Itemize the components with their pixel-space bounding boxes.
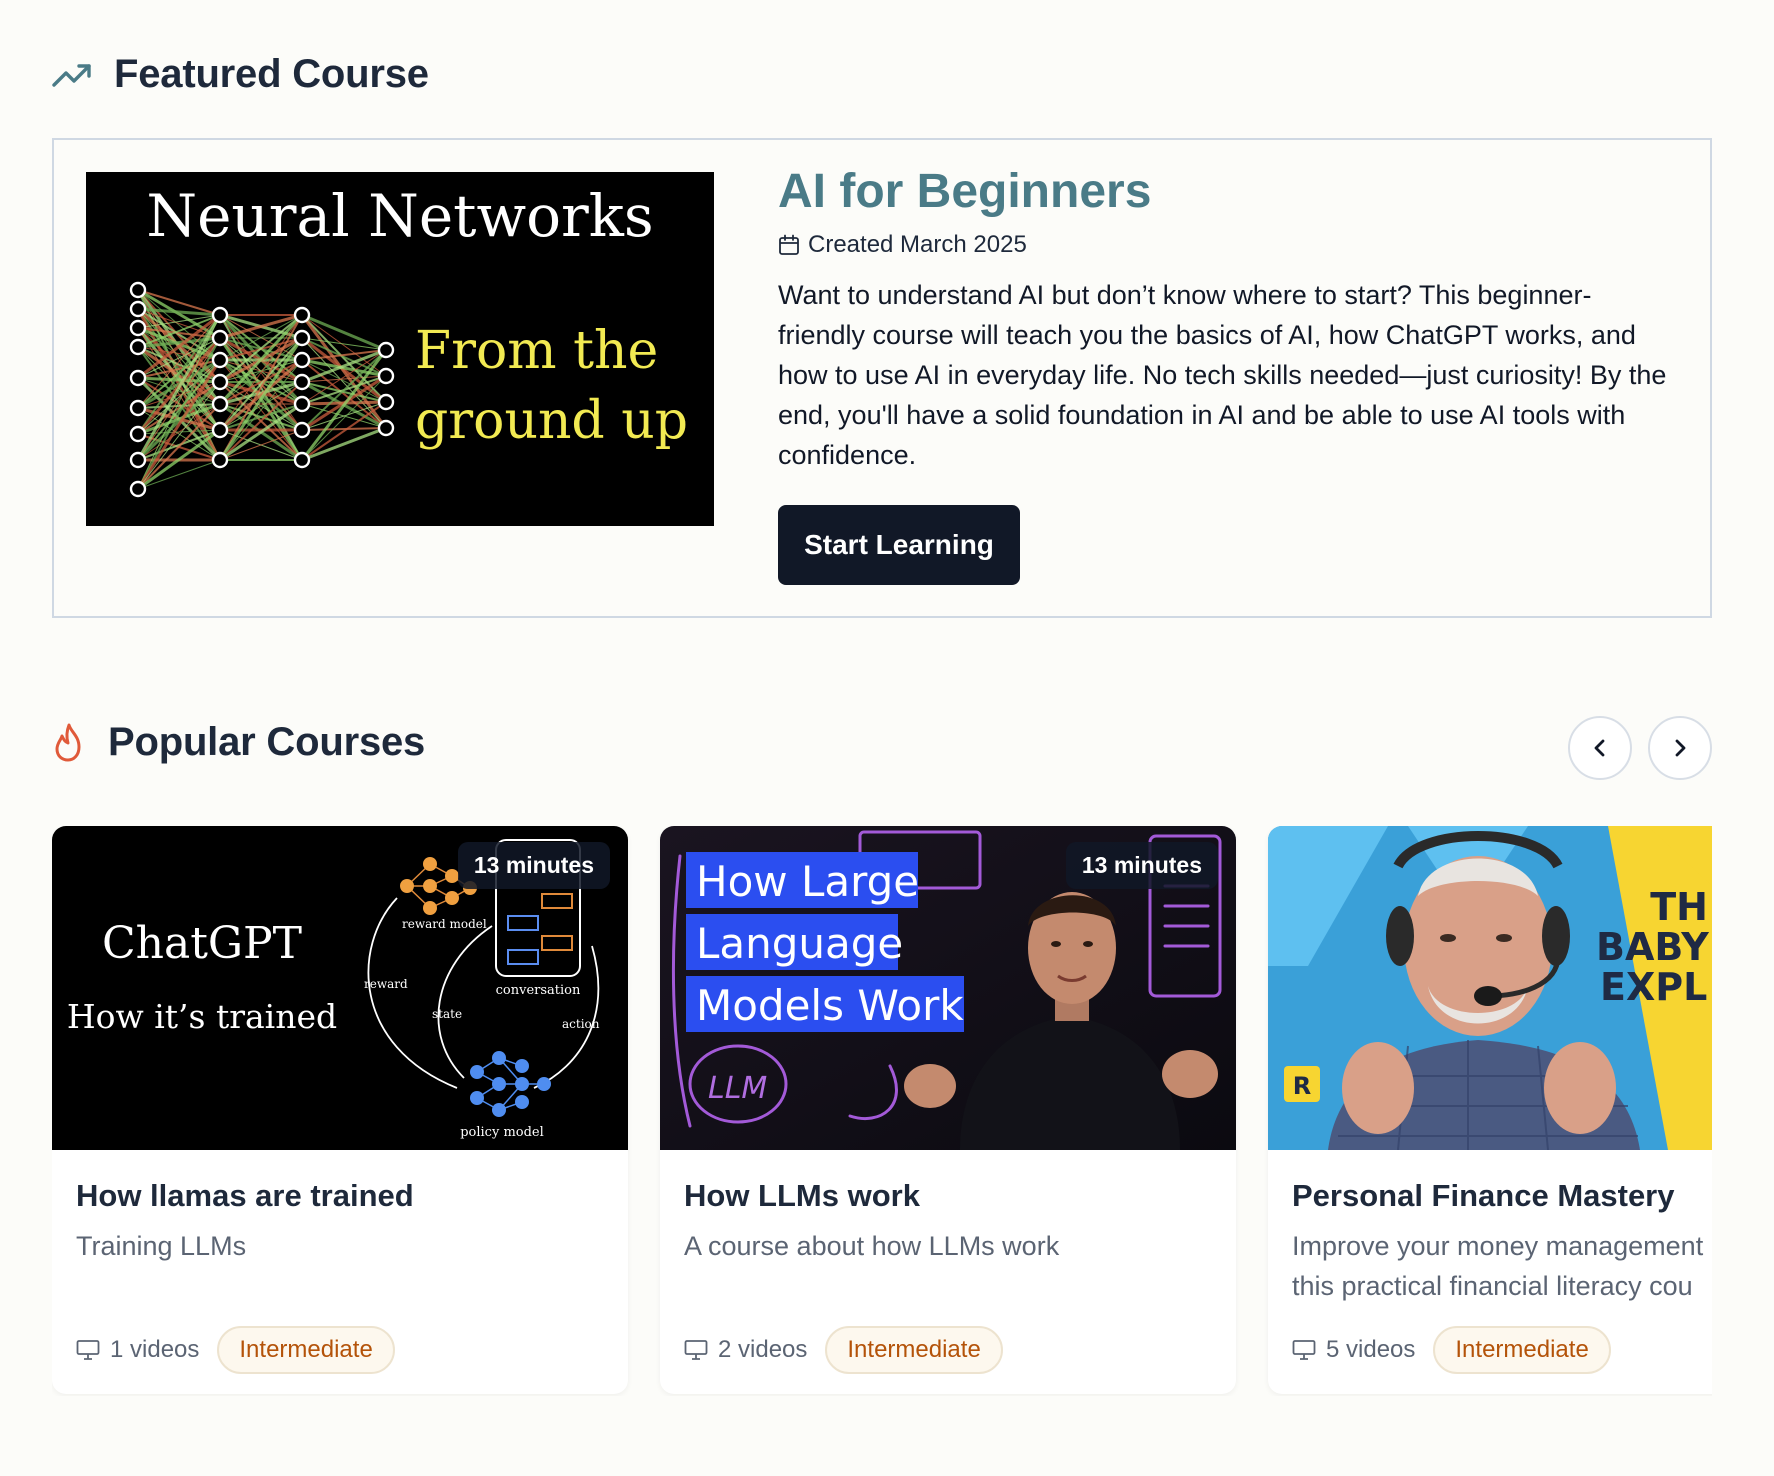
featured-course-thumbnail[interactable]: Neural Networks From the ground up [86,172,714,526]
duration-badge: 13 minutes [1065,842,1218,889]
popular-section-header: Popular Courses [52,720,425,765]
network-node [377,367,395,385]
course-card-body: Personal Finance Mastery Improve your mo… [1292,1178,1712,1306]
course-card[interactable]: ChatGPT How it’s trained reward model co… [52,826,628,1394]
course-title[interactable]: How LLMs work [684,1178,1236,1214]
network-node [129,399,147,417]
course-description-line2: this practical financial literacy cou [1292,1271,1693,1301]
monitor-icon [76,1339,100,1361]
network-node [211,373,229,391]
thumb-line3: Models Work [696,981,964,1030]
trending-up-icon [52,61,92,89]
video-count: 5 videos [1326,1336,1416,1363]
course-description-line1: Improve your money management [1292,1231,1704,1261]
video-count: 2 videos [718,1336,808,1363]
featured-course-info: AI for Beginners Created March 2025 Want… [778,165,1678,585]
label-conversation: conversation [496,983,581,998]
chevron-left-icon [1588,736,1612,760]
banner-line1: TH [1650,885,1708,929]
thumb-title: Neural Networks [146,182,653,250]
course-meta: 5 videos Intermediate [1292,1326,1611,1374]
chevron-right-icon [1668,736,1692,760]
thumb-line2: Language [696,919,903,968]
thumb-subtitle-line2: ground up [415,391,688,451]
thumb-subtitle: How it’s trained [67,997,337,1036]
calendar-icon [778,234,800,256]
network-node [377,419,395,437]
network-node [293,395,311,413]
video-count: 1 videos [110,1336,200,1363]
network-node [211,451,229,469]
duration-badge: 13 minutes [457,842,610,889]
level-badge: Intermediate [825,1326,1003,1374]
course-thumbnail[interactable]: LLM How Large Language Models Work 13 mi… [660,826,1236,1150]
network-node [377,393,395,411]
course-thumbnail[interactable]: TH BABY EXPL R [1268,826,1712,1150]
network-node [129,300,147,318]
start-learning-button[interactable]: Start Learning [778,504,1020,585]
course-card-body: How LLMs work A course about how LLMs wo… [684,1178,1236,1266]
course-title[interactable]: Personal Finance Mastery [1292,1178,1712,1214]
network-node [129,425,147,443]
network-node [293,306,311,324]
network-node [129,338,147,356]
course-card[interactable]: TH BABY EXPL R Personal Finance Mastery … [1268,826,1712,1394]
neural-network-illustration: Neural Networks From the ground up [86,172,714,526]
banner-line2: BABY [1596,925,1709,969]
finance-host-illustration: TH BABY EXPL R [1268,826,1712,1150]
network-node [129,281,147,299]
featured-section-header: Featured Course [52,52,429,97]
network-node [211,421,229,439]
network-node [211,306,229,324]
network-node [293,421,311,439]
label-reward-model: reward model [402,917,487,931]
network-node [293,351,311,369]
label-action: action [562,1017,600,1031]
level-badge: Intermediate [217,1326,395,1374]
featured-section-title: Featured Course [114,52,429,96]
banner-line3: EXPL [1600,965,1707,1009]
network-node [293,373,311,391]
course-title[interactable]: How llamas are trained [76,1178,628,1214]
network-node [293,451,311,469]
label-state: state [432,1007,462,1021]
course-description: A course about how LLMs work [684,1231,1060,1261]
label-reward: reward [364,977,408,991]
course-thumbnail[interactable]: ChatGPT How it’s trained reward model co… [52,826,628,1150]
monitor-icon [684,1339,708,1361]
logo-letter: R [1293,1072,1311,1100]
created-date-text: Created March 2025 [808,230,1027,258]
thumb-line1: How Large [696,857,919,906]
popular-section-title: Popular Courses [108,720,426,764]
network-node [129,369,147,387]
featured-course-card: Neural Networks From the ground up AI fo… [52,138,1712,618]
featured-course-date: Created March 2025 [778,231,1678,259]
network-node [129,480,147,498]
monitor-icon [1292,1339,1316,1361]
board-scribble: LLM [708,1071,767,1106]
level-badge: Intermediate [1433,1326,1611,1374]
network-node [293,329,311,347]
carousel-prev-button[interactable] [1568,716,1632,780]
course-card-body: How llamas are trained Training LLMs [76,1178,628,1266]
course-meta: 2 videos Intermediate [684,1326,1003,1374]
featured-course-description: Want to understand AI but don’t know whe… [778,279,1667,470]
carousel-next-button[interactable] [1648,716,1712,780]
flame-icon [52,723,86,763]
network-node [211,351,229,369]
network-node [211,395,229,413]
course-meta: 1 videos Intermediate [76,1326,395,1374]
featured-course-title[interactable]: AI for Beginners [778,165,1678,219]
course-description: Improve your money management this pract… [1292,1226,1712,1306]
network-node [377,341,395,359]
popular-courses-carousel: ChatGPT How it’s trained reward model co… [52,826,1712,1396]
thumb-subtitle-line1: From the [415,321,658,381]
network-node [129,451,147,469]
course-description: Training LLMs [76,1231,247,1261]
network-node [211,329,229,347]
thumb-title: ChatGPT [102,918,302,969]
network-node [129,319,147,337]
label-policy-model: policy model [460,1125,544,1140]
course-card[interactable]: LLM How Large Language Models Work 13 mi… [660,826,1236,1394]
